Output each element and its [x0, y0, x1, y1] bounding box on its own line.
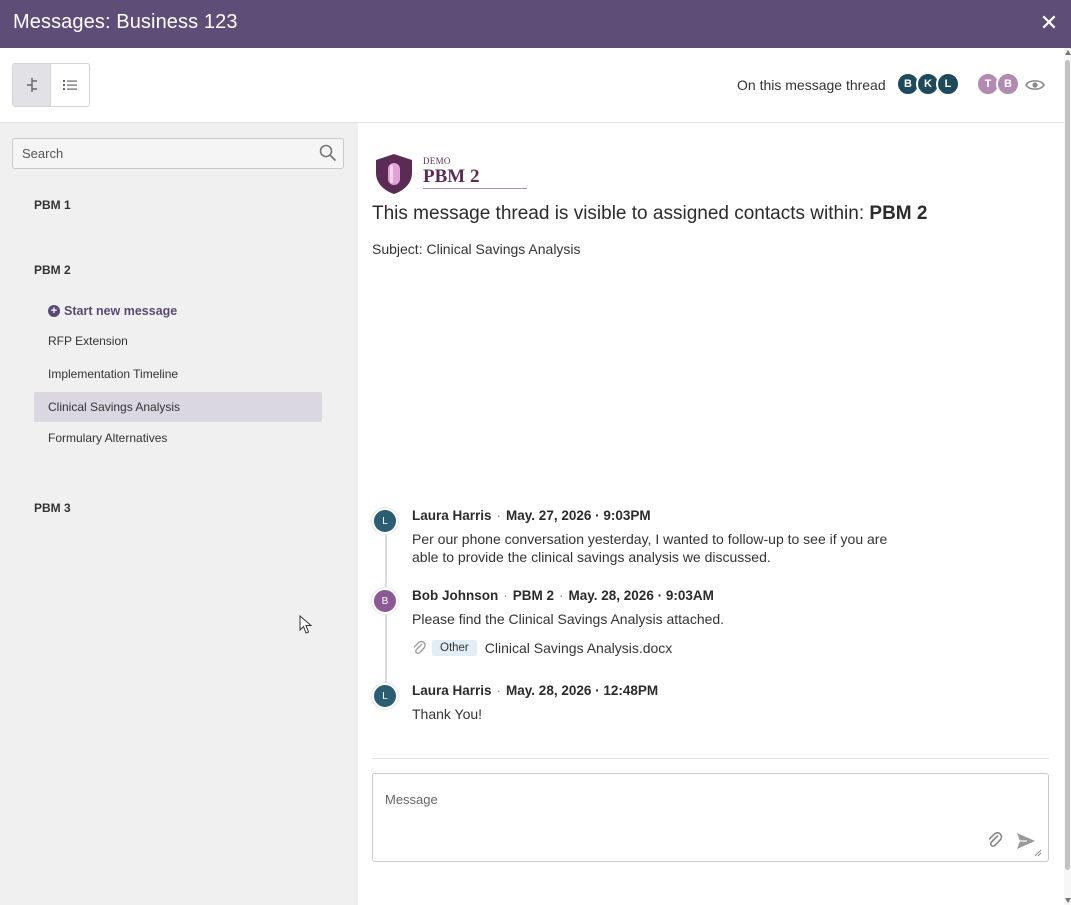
org-logo: DEMO PBM 2 [374, 153, 534, 195]
scroll-down-icon[interactable] [1065, 898, 1071, 903]
primary-contacts: B K L [896, 72, 960, 96]
scroll-up-icon[interactable] [1065, 50, 1071, 55]
search-icon[interactable] [319, 144, 337, 162]
attachment-type-badge: Other [432, 640, 477, 656]
plus-icon: + [48, 305, 60, 317]
start-new-message-label: Start new message [64, 304, 178, 318]
secondary-contacts: T B [976, 72, 1020, 96]
logo-org-name: PBM 2 [423, 166, 480, 187]
list-view-button[interactable] [51, 64, 89, 106]
attachment: Other Clinical Savings Analysis.docx [412, 640, 672, 656]
visibility-org: PBM 2 [869, 203, 928, 224]
avatar: B [372, 588, 398, 614]
message-date: May. 28, 2026 · 12:48PM [506, 683, 659, 698]
message-author: Laura Harris [412, 683, 492, 698]
sidebar: PBM 1 PBM 2 + Start new message RFP Exte… [0, 123, 358, 905]
message-header: Laura Harris · May. 27, 2026 · 9:03PM [412, 508, 651, 523]
logo-demo-label: DEMO [423, 156, 451, 166]
message-date: May. 27, 2026 · 9:03PM [506, 508, 651, 523]
send-icon[interactable] [1016, 832, 1036, 850]
message-composer [372, 773, 1049, 862]
logo-underline [423, 188, 527, 189]
avatar[interactable]: B [996, 72, 1020, 96]
attach-icon[interactable] [986, 831, 1004, 849]
tree-icon [26, 78, 37, 92]
group-pbm-3[interactable]: PBM 3 [34, 501, 71, 515]
window-title: Messages: Business 123 [13, 11, 238, 33]
list-icon [63, 80, 77, 90]
visibility-prefix: This message thread is visible to assign… [372, 203, 870, 224]
thread-item[interactable]: Formulary Alternatives [34, 423, 322, 453]
message-input[interactable] [373, 774, 973, 861]
message-body: Per our phone conversation yesterday, I … [412, 531, 888, 565]
avatar: L [372, 683, 398, 709]
paperclip-icon [413, 640, 426, 654]
group-pbm-2[interactable]: PBM 2 [34, 263, 71, 277]
tree-view-button[interactable] [13, 64, 51, 106]
composer-divider [372, 758, 1049, 759]
start-new-message-button[interactable]: + Start new message [48, 304, 177, 318]
scrollbar[interactable] [1064, 48, 1071, 905]
search-box [12, 138, 344, 169]
message-author: Bob Johnson [412, 588, 499, 603]
thread-item-selected[interactable]: Clinical Savings Analysis [34, 392, 322, 422]
shield-logo-icon [376, 154, 412, 194]
message-header: Laura Harris · May. 28, 2026 · 12:48PM [412, 683, 659, 698]
message-date: May. 28, 2026 · 9:03AM [568, 588, 714, 603]
thread-subject: Subject: Clinical Savings Analysis [372, 241, 581, 257]
avatar: L [372, 508, 398, 534]
message-header: Bob Johnson · PBM 2 · May. 28, 2026 · 9:03AM [412, 588, 714, 603]
thread-item[interactable]: RFP Extension [34, 326, 322, 356]
scrollbar-thumb[interactable] [1065, 60, 1070, 870]
attachment-file-link[interactable]: Clinical Savings Analysis.docx [485, 640, 673, 656]
message-author: Laura Harris [412, 508, 492, 523]
view-toggle [12, 63, 90, 107]
toolbar: On this message thread B K L T B [0, 48, 1064, 123]
thread-item[interactable]: Implementation Timeline [34, 359, 322, 389]
avatar[interactable]: L [936, 72, 960, 96]
message-body: Please find the Clinical Savings Analysi… [412, 611, 725, 627]
search-input[interactable] [13, 139, 313, 168]
close-icon[interactable]: ✕ [1039, 12, 1059, 34]
eye-icon[interactable] [1025, 78, 1045, 92]
mouse-cursor-icon [299, 615, 313, 634]
message-body: Thank You! [412, 706, 483, 722]
title-bar: Messages: Business 123 ✕ [0, 0, 1071, 48]
resize-grip-icon[interactable] [1034, 849, 1042, 857]
participants-label: On this message thread [737, 77, 886, 93]
group-pbm-1[interactable]: PBM 1 [34, 198, 71, 212]
thread-panel: DEMO PBM 2 This message thread is visibl… [358, 123, 1064, 905]
message-org: PBM 2 [512, 588, 555, 603]
visibility-note: This message thread is visible to assign… [372, 203, 927, 225]
